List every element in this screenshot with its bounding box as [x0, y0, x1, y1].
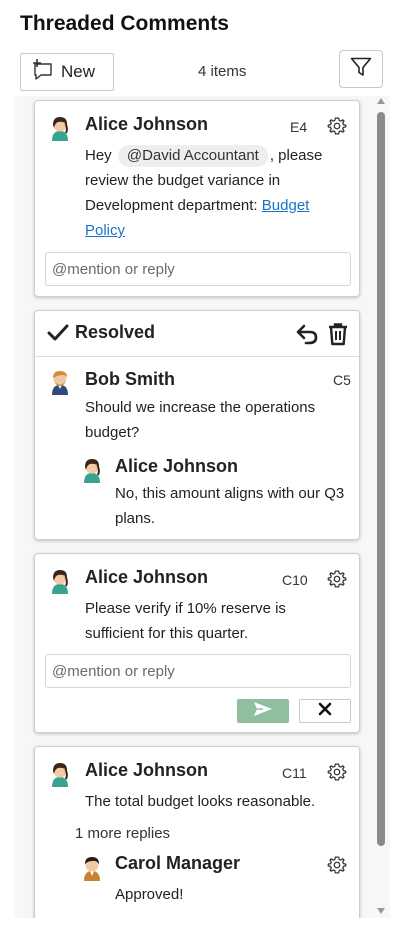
comment-thread: Alice Johnson C11 The total budget looks… — [34, 746, 360, 918]
toolbar: New 4 items — [20, 50, 383, 91]
scroll-up-arrow-icon[interactable] — [377, 98, 385, 104]
comments-list[interactable]: Alice Johnson E4 Hey @David Accountant, … — [14, 96, 390, 918]
resolved-header: Resolved — [35, 311, 359, 357]
send-icon — [253, 701, 273, 722]
new-comment-icon — [31, 58, 55, 87]
reply-author: Alice Johnson — [115, 456, 239, 476]
cell-reference[interactable]: C5 — [333, 372, 351, 388]
send-button[interactable] — [237, 699, 289, 723]
scrollbar[interactable] — [374, 96, 388, 918]
avatar — [49, 115, 71, 141]
comment-author: Alice Johnson — [85, 567, 209, 587]
trash-icon[interactable] — [327, 322, 349, 351]
avatar — [81, 855, 103, 881]
avatar — [81, 457, 103, 483]
comment-text: The total budget looks reasonable. — [85, 793, 316, 810]
gear-icon[interactable] — [327, 569, 347, 589]
comment-thread-resolved: Resolved Bob Smith C5 Should we increase… — [34, 310, 360, 540]
items-count: 4 items — [198, 63, 247, 80]
scrollbar-thumb[interactable] — [377, 112, 385, 846]
filter-button[interactable] — [339, 50, 383, 88]
checkmark-icon — [47, 323, 69, 348]
new-comment-label: New — [61, 62, 96, 81]
avatar — [49, 369, 71, 395]
gear-icon[interactable] — [327, 116, 347, 136]
comment-thread: Alice Johnson C10 Please verify if 10% r… — [34, 553, 360, 733]
reply-input[interactable] — [45, 654, 351, 688]
close-icon — [318, 702, 332, 721]
cell-reference[interactable]: C10 — [282, 572, 308, 588]
avatar — [49, 568, 71, 594]
avatar — [49, 761, 71, 787]
reply-text: No, this amount aligns with our Q3 plans… — [115, 485, 345, 527]
new-comment-button[interactable]: New — [20, 53, 114, 91]
cancel-button[interactable] — [299, 699, 351, 723]
gear-icon[interactable] — [327, 855, 347, 875]
more-replies-link[interactable]: 1 more replies — [75, 825, 170, 842]
reply-input[interactable] — [45, 252, 351, 286]
reply-author: Carol Manager — [115, 853, 241, 873]
comment-text: Hey @David Accountant, please review the… — [85, 143, 345, 243]
filter-icon — [349, 55, 373, 84]
panel-title: Threaded Comments — [20, 12, 229, 35]
comment-text-start: Hey — [85, 147, 112, 164]
comment-author: Alice Johnson — [85, 114, 209, 134]
cell-reference[interactable]: C11 — [282, 765, 307, 781]
comment-thread: Alice Johnson E4 Hey @David Accountant, … — [34, 100, 360, 297]
resolved-label: Resolved — [75, 322, 156, 342]
comment-text: Should we increase the operations budget… — [85, 399, 316, 441]
reply-text: Approved! — [115, 886, 184, 903]
comment-author: Bob Smith — [85, 369, 175, 389]
undo-icon[interactable] — [295, 323, 319, 350]
mention-chip[interactable]: @David Accountant — [117, 145, 268, 167]
gear-icon[interactable] — [327, 762, 347, 782]
comment-author: Alice Johnson — [85, 760, 209, 780]
comment-text: Please verify if 10% reserve is sufficie… — [85, 600, 286, 642]
scroll-down-arrow-icon[interactable] — [377, 908, 385, 914]
cell-reference[interactable]: E4 — [290, 119, 307, 135]
